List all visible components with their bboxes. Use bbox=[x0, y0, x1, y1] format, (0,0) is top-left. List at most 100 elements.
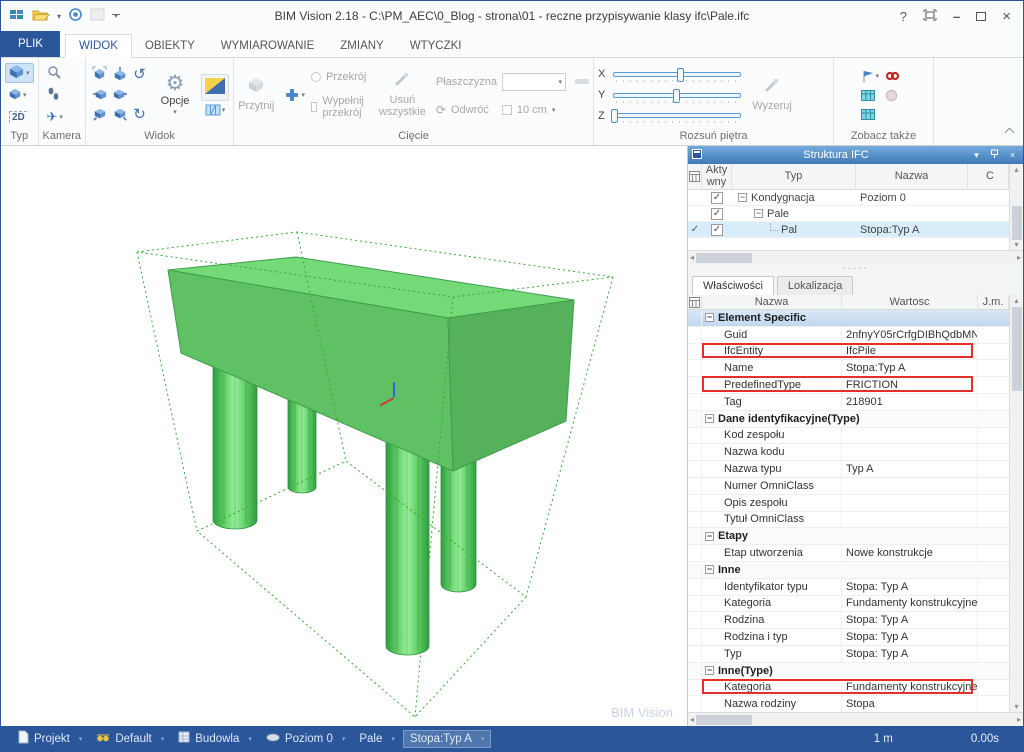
column-header-nazwa[interactable]: Nazwa bbox=[856, 164, 968, 189]
add-section-dropdown-icon[interactable]: ▾ bbox=[301, 91, 305, 99]
fly-dropdown-icon[interactable]: ▾ bbox=[59, 113, 63, 121]
chevron-down-icon[interactable]: ▾ bbox=[79, 735, 83, 743]
collapse-icon[interactable]: − bbox=[705, 532, 714, 541]
scroll-down-icon[interactable]: ▾ bbox=[1014, 240, 1018, 249]
view-fit-icon[interactable] bbox=[92, 66, 107, 84]
chevron-down-icon[interactable]: ▾ bbox=[481, 735, 485, 743]
options-button[interactable]: ⚙ Opcje ▾ bbox=[153, 74, 197, 116]
chevron-down-icon[interactable]: ▾ bbox=[391, 735, 395, 743]
properties-vscrollbar[interactable]: ▴ ▾ bbox=[1009, 295, 1023, 712]
3d-viewport[interactable]: BIM Vision bbox=[1, 146, 687, 726]
zoom-tool-button[interactable] bbox=[43, 63, 67, 83]
property-row[interactable]: Nazwa typuTyp A bbox=[688, 461, 1009, 478]
invert-label[interactable]: Odwróć bbox=[451, 104, 489, 116]
scroll-up-icon[interactable]: ▴ bbox=[1014, 165, 1018, 174]
view-right-icon[interactable] bbox=[113, 87, 127, 104]
table-view-button[interactable] bbox=[861, 90, 885, 101]
view-subtype-dropdown-icon[interactable]: ▾ bbox=[23, 91, 27, 99]
plane-select[interactable]: ▾ bbox=[502, 73, 566, 91]
3d-model-pile-cap[interactable] bbox=[1, 146, 687, 728]
breadcrumb-poziom-0[interactable]: Poziom 0▾ bbox=[260, 731, 351, 747]
property-row[interactable]: Guid2nfnyY05rCrfgDIBhQdbMN bbox=[688, 327, 1009, 344]
property-row[interactable]: KategoriaFundamenty konstrukcyjne bbox=[688, 680, 1009, 697]
breadcrumb-default[interactable]: Default▾ bbox=[90, 730, 170, 748]
minimize-button[interactable]: – bbox=[953, 9, 960, 24]
breadcrumb-projekt[interactable]: Projekt▾ bbox=[11, 728, 88, 749]
property-row[interactable]: Tytuł OmniClass bbox=[688, 512, 1009, 529]
minimap-dropdown-icon[interactable]: ▾ bbox=[222, 106, 226, 114]
step-size-value[interactable]: 10 cm bbox=[517, 104, 547, 116]
walk-tool-button[interactable] bbox=[43, 85, 67, 105]
property-row[interactable]: TypStopa: Typ A bbox=[688, 646, 1009, 663]
fill-section-checkbox[interactable]: Wypełnij przekrój bbox=[311, 95, 369, 119]
collapse-icon[interactable]: − bbox=[705, 666, 714, 675]
remove-all-button[interactable]: Usuń wszystkie bbox=[379, 60, 426, 130]
breadcrumb-stopa-typ-a[interactable]: Stopa:Typ A▾ bbox=[403, 730, 492, 748]
property-row[interactable]: IfcEntityIfcPile bbox=[688, 344, 1009, 361]
property-row[interactable]: Rodzina i typStopa: Typ A bbox=[688, 629, 1009, 646]
hscroll-thumb[interactable] bbox=[696, 253, 752, 263]
toolbar-overflow-icon[interactable]: ▾ bbox=[112, 14, 120, 19]
tab-zmiany[interactable]: ZMIANY bbox=[327, 35, 396, 57]
panel-splitter[interactable] bbox=[688, 264, 1023, 274]
add-section-button[interactable]: ▾ bbox=[284, 87, 305, 103]
open-file-icon[interactable] bbox=[32, 8, 50, 25]
help-button[interactable]: ? bbox=[900, 9, 907, 24]
fullscreen-icon[interactable] bbox=[923, 9, 937, 24]
structure-row[interactable]: ✓✓PalStopa:Typ A bbox=[688, 222, 1009, 238]
scroll-up-icon[interactable]: ▴ bbox=[1014, 296, 1018, 305]
tab-wymiarowanie[interactable]: WYMIAROWANIE bbox=[208, 35, 328, 57]
scroll-left-icon[interactable]: ◂ bbox=[690, 253, 694, 262]
property-row[interactable]: PredefinedTypeFRICTION bbox=[688, 377, 1009, 394]
property-row[interactable]: Numer OmniClass bbox=[688, 478, 1009, 495]
corner-grid-icon[interactable] bbox=[688, 295, 702, 309]
structure-row[interactable]: ✓−Pale bbox=[688, 206, 1009, 222]
view-left-icon[interactable] bbox=[93, 87, 107, 104]
target-icon[interactable] bbox=[68, 7, 83, 25]
structure-hscrollbar[interactable]: ◂ ▸ bbox=[688, 250, 1023, 264]
property-section-row[interactable]: −Etapy bbox=[688, 528, 1009, 545]
property-row[interactable]: Identyfikator typuStopa: Typ A bbox=[688, 579, 1009, 596]
property-section-row[interactable]: −Dane identyfikacyjne(Type) bbox=[688, 411, 1009, 428]
collapse-icon[interactable]: − bbox=[754, 209, 763, 218]
hscroll-thumb[interactable] bbox=[696, 715, 752, 725]
visibility-checkbox[interactable]: ✓ bbox=[711, 192, 723, 204]
view-top-icon[interactable] bbox=[113, 67, 127, 84]
panel-menu-icon[interactable]: ▾ bbox=[970, 150, 983, 161]
property-row[interactable]: Nazwa kodu bbox=[688, 444, 1009, 461]
property-section-row[interactable]: −Inne bbox=[688, 562, 1009, 579]
column-header-wartosc[interactable]: Wartosc bbox=[842, 295, 978, 309]
flag-button[interactable]: ▾ bbox=[861, 69, 885, 83]
column-header-aktywny[interactable]: Aktywny bbox=[702, 164, 732, 189]
column-header-extra[interactable]: C bbox=[968, 164, 1009, 189]
tab-obiekty[interactable]: OBIEKTY bbox=[132, 35, 208, 57]
slider-track-x[interactable] bbox=[613, 72, 741, 77]
view-2d-button[interactable]: 2D bbox=[5, 107, 34, 127]
options-dropdown-icon[interactable]: ▾ bbox=[173, 108, 177, 116]
tab-wtyczki[interactable]: WTYCZKI bbox=[397, 35, 475, 57]
tab-widok[interactable]: WIDOK bbox=[65, 34, 132, 58]
structure-vscrollbar[interactable]: ▴ ▾ bbox=[1009, 164, 1023, 250]
links-button[interactable] bbox=[885, 70, 907, 82]
collapse-icon[interactable]: − bbox=[705, 565, 714, 574]
view-iso1-icon[interactable] bbox=[93, 107, 107, 124]
column-header-jm[interactable]: J.m. bbox=[978, 295, 1009, 309]
collapse-icon[interactable]: − bbox=[738, 193, 747, 202]
breadcrumb-budowla[interactable]: Budowla▾ bbox=[172, 729, 258, 748]
sphere-button[interactable] bbox=[885, 89, 907, 102]
visibility-checkbox[interactable]: ✓ bbox=[711, 208, 723, 220]
close-button[interactable]: × bbox=[1002, 8, 1011, 25]
properties-hscrollbar[interactable]: ◂ ▸ bbox=[688, 712, 1023, 726]
dock-icon[interactable] bbox=[692, 149, 702, 162]
scroll-right-icon[interactable]: ▸ bbox=[1017, 715, 1021, 724]
collapse-icon[interactable]: − bbox=[705, 313, 714, 322]
property-row[interactable]: RodzinaStopa: Typ A bbox=[688, 612, 1009, 629]
view-type-dropdown-icon[interactable]: ▾ bbox=[26, 69, 30, 77]
property-section-row[interactable]: −Element Specific bbox=[688, 310, 1009, 327]
property-row[interactable]: Tag218901 bbox=[688, 394, 1009, 411]
view-subtype-button[interactable]: ▾ bbox=[5, 85, 34, 105]
corner-grid-icon[interactable] bbox=[688, 164, 702, 189]
scroll-left-icon[interactable]: ◂ bbox=[690, 715, 694, 724]
view-type-3d-button[interactable]: ▾ bbox=[5, 63, 34, 83]
property-row[interactable]: KategoriaFundamenty konstrukcyjne bbox=[688, 596, 1009, 613]
